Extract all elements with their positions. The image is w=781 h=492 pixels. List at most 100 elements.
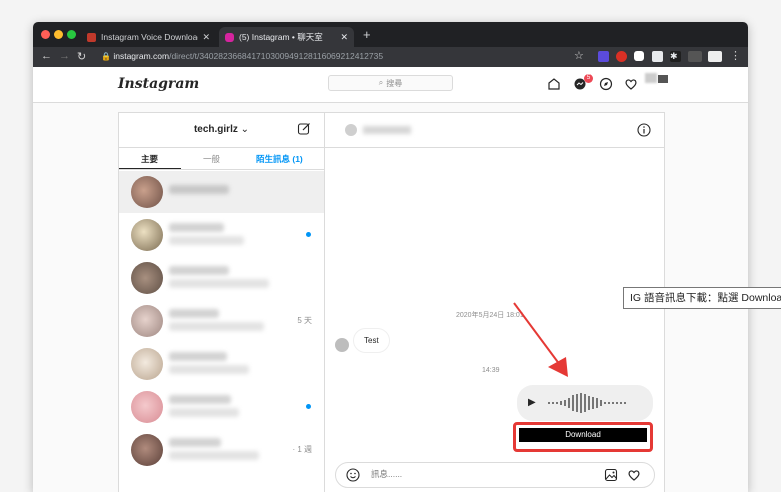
avatar [131, 348, 163, 380]
conversation-row[interactable] [119, 386, 324, 428]
blurred-name [169, 185, 229, 194]
blurred-preview [169, 451, 259, 460]
unread-dot [306, 404, 311, 409]
conversation-row[interactable]: 5 天 [119, 300, 324, 342]
blurred-name [169, 352, 227, 361]
avatar [131, 262, 163, 294]
cast-icon[interactable] [688, 51, 702, 62]
received-message-bubble: Test [353, 328, 390, 353]
browser-window: Instagram Voice Downloader - ✕ (5) Insta… [33, 22, 748, 492]
back-icon[interactable]: ← [41, 50, 52, 62]
chat-thread: 2020年5月24日 18:01 Test 14:39 ▶ Download 訊… [325, 113, 664, 492]
close-tab-icon[interactable]: ✕ [202, 32, 210, 43]
emoji-icon[interactable] [346, 468, 360, 482]
message-input-bar [335, 462, 655, 488]
tab-title: Instagram Voice Downloader - [101, 32, 198, 42]
conversation-row[interactable] [119, 214, 324, 256]
new-message-icon[interactable] [297, 122, 311, 136]
forward-icon[interactable]: → [59, 50, 70, 62]
avatar [131, 391, 163, 423]
conversation-meta: · 1 週 [292, 445, 312, 454]
new-tab-button[interactable]: + [363, 27, 371, 42]
avatar [131, 219, 163, 251]
bookmark-star-icon[interactable]: ☆ [574, 49, 584, 62]
url-path: /direct/t/340282366841710300949128116069… [169, 51, 384, 61]
avatar [131, 176, 163, 208]
minimize-window-button[interactable] [54, 30, 63, 39]
conversation-row[interactable] [119, 171, 324, 213]
tab-favicon-icon [87, 32, 96, 42]
blurred-preview [169, 365, 249, 374]
blurred-name [169, 438, 221, 447]
extension-icon[interactable] [598, 51, 609, 62]
sender-avatar [335, 338, 349, 352]
avatar [131, 434, 163, 466]
contact-avatar[interactable] [345, 124, 357, 136]
search-box[interactable]: ⌕ 搜尋 [328, 75, 453, 91]
close-window-button[interactable] [41, 30, 50, 39]
unread-dot [306, 232, 311, 237]
inbox-header: tech.girlz ⌄ [119, 113, 324, 148]
chevron-down-icon: ⌄ [240, 124, 250, 135]
active-tab-underline [119, 168, 181, 169]
profile-avatar[interactable] [708, 51, 722, 62]
chat-header [325, 113, 664, 148]
heart-icon[interactable] [624, 77, 638, 91]
blurred-preview [169, 322, 264, 331]
puzzle-icon[interactable]: ✱ [670, 51, 681, 62]
blurred-name [169, 395, 231, 404]
notification-badge: 5 [584, 74, 593, 83]
address-bar: ← → ↻ 🔒 instagram.com/direct/t/340282366… [33, 47, 748, 67]
conversation-meta: 5 天 [297, 316, 312, 325]
heart-icon[interactable] [627, 468, 641, 482]
account-switcher[interactable]: tech.girlz ⌄ [119, 124, 324, 135]
message-input[interactable] [371, 469, 591, 479]
play-icon[interactable]: ▶ [528, 397, 536, 408]
info-icon[interactable] [637, 123, 651, 137]
home-icon[interactable] [547, 77, 561, 91]
instagram-header: Instagram ⌕ 搜尋 5 [33, 67, 748, 103]
search-icon: ⌕ [378, 78, 384, 87]
download-highlight-box: Download [513, 422, 653, 452]
voice-message-bubble: ▶ [517, 385, 653, 421]
conversation-row[interactable]: · 1 週 [119, 429, 324, 471]
download-button[interactable]: Download [519, 428, 647, 442]
menu-icon[interactable]: ⋮ [730, 49, 741, 62]
contact-name-blurred[interactable] [363, 126, 411, 134]
image-icon[interactable] [604, 468, 618, 482]
blurred-preview [169, 408, 239, 417]
blurred-name [169, 309, 219, 318]
blurred-name [169, 223, 224, 232]
extension-icon[interactable] [652, 51, 663, 62]
reload-icon[interactable]: ↻ [77, 50, 86, 63]
instagram-logo[interactable]: Instagram [118, 76, 199, 92]
waveform-icon [548, 393, 626, 413]
tab-bar: Instagram Voice Downloader - ✕ (5) Insta… [33, 22, 748, 47]
blurred-preview [169, 279, 269, 288]
extension-icon[interactable] [616, 51, 627, 62]
url-field[interactable]: 🔒 instagram.com/direct/t/340282366841710… [101, 51, 383, 61]
zoom-window-button[interactable] [67, 30, 76, 39]
inbox-tabs: 主要 一般 陌生訊息 (1) [119, 147, 324, 170]
account-name: tech.girlz [193, 124, 238, 135]
annotation-tooltip: IG 語音訊息下載：點選 Download [623, 287, 781, 309]
red-arrow-annotation [513, 302, 568, 377]
pocket-icon[interactable] [634, 51, 644, 61]
instagram-page: Instagram ⌕ 搜尋 5 tech.girlz ⌄ 主要 一般 陌生訊息… [33, 67, 748, 492]
avatar [131, 305, 163, 337]
browser-tab-instagram[interactable]: (5) Instagram • 聊天室 ✕ [219, 27, 354, 47]
conversation-row[interactable] [119, 343, 324, 385]
explore-compass-icon[interactable] [599, 77, 613, 91]
time-stamp: 14:39 [482, 367, 500, 374]
instagram-favicon-icon [225, 32, 234, 42]
conversation-row[interactable] [119, 257, 324, 299]
search-placeholder: 搜尋 [386, 78, 403, 88]
close-tab-icon[interactable]: ✕ [340, 32, 348, 43]
tab-primary[interactable]: 主要 [141, 153, 158, 165]
tab-general[interactable]: 一般 [203, 153, 220, 165]
profile-avatar-blurred [658, 75, 668, 83]
tab-requests[interactable]: 陌生訊息 (1) [256, 153, 303, 165]
blurred-preview [169, 236, 244, 245]
browser-tab-voice-downloader[interactable]: Instagram Voice Downloader - ✕ [81, 27, 216, 47]
profile-avatar[interactable] [645, 73, 657, 83]
